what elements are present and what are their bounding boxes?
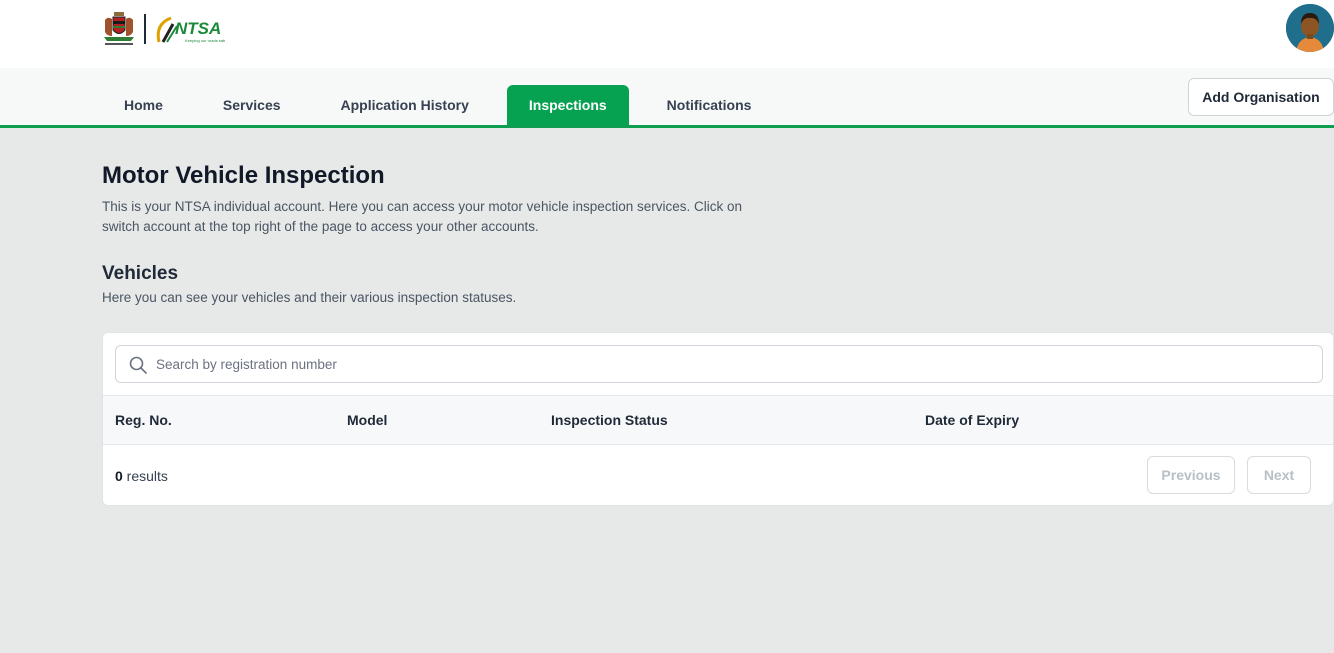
page-description: This is your NTSA individual account. He…	[102, 199, 743, 234]
search-box	[115, 345, 1323, 383]
svg-text:Keeping our roads safe: Keeping our roads safe	[185, 38, 225, 43]
kenya-coat-of-arms-icon	[104, 12, 134, 45]
logo-divider	[144, 14, 146, 44]
table-header: Reg. No. Model Inspection Status Date of…	[103, 395, 1333, 445]
column-header-reg-no[interactable]: Reg. No.	[115, 412, 172, 428]
vehicles-table-card: Reg. No. Model Inspection Status Date of…	[102, 332, 1334, 506]
results-label: results	[122, 468, 168, 484]
nav-tabs: Home Services Application History Inspec…	[102, 85, 773, 125]
ntsa-logo: NTSA Keeping our roads safe	[156, 16, 225, 43]
tab-notifications[interactable]: Notifications	[645, 85, 774, 125]
previous-page-button[interactable]: Previous	[1147, 456, 1235, 494]
user-avatar[interactable]	[1286, 4, 1334, 52]
search-input[interactable]	[156, 346, 1306, 382]
top-bar: NTSA Keeping our roads safe	[0, 0, 1334, 68]
tab-home[interactable]: Home	[102, 85, 185, 125]
svg-text:NTSA: NTSA	[175, 19, 221, 38]
brand-logos[interactable]: NTSA Keeping our roads safe	[101, 9, 225, 49]
main-nav: Home Services Application History Inspec…	[0, 68, 1334, 128]
results-count: 0 results	[115, 468, 168, 484]
next-page-button[interactable]: Next	[1247, 456, 1311, 494]
page-title: Motor Vehicle Inspection	[102, 162, 385, 189]
tab-application-history[interactable]: Application History	[319, 85, 491, 125]
tab-inspections[interactable]: Inspections	[506, 85, 629, 125]
add-organisation-button[interactable]: Add Organisation	[1188, 78, 1334, 116]
tab-services[interactable]: Services	[201, 85, 303, 125]
search-icon	[129, 356, 147, 374]
avatar-figure-icon	[1286, 4, 1334, 52]
column-header-date-of-expiry[interactable]: Date of Expiry	[925, 412, 1019, 428]
results-number: 0	[115, 468, 123, 484]
column-header-model[interactable]: Model	[347, 412, 387, 428]
vehicles-section-title: Vehicles	[102, 263, 179, 284]
vehicles-section-description: Here you can see your vehicles and their…	[102, 290, 517, 305]
column-header-inspection-status[interactable]: Inspection Status	[551, 412, 668, 428]
